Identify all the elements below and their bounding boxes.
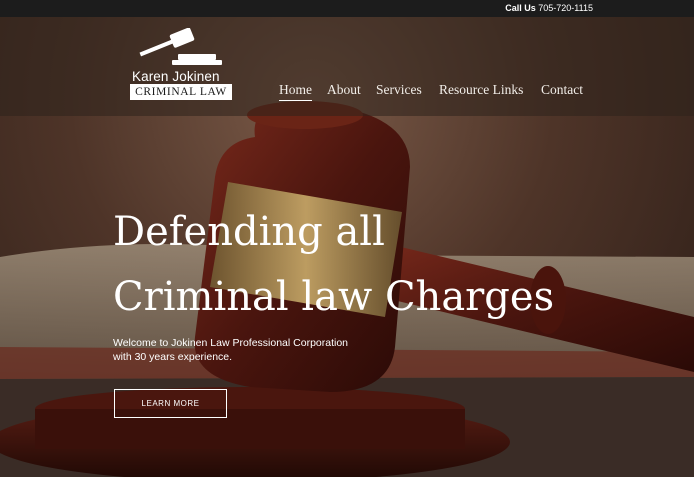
- phone-number[interactable]: 705-720-1115: [538, 3, 593, 13]
- headline-line-1: Defending all: [113, 209, 385, 255]
- learn-more-button[interactable]: LEARN MORE: [114, 389, 227, 418]
- intro-line-2: with 30 years experience.: [113, 351, 233, 363]
- call-us-label: Call Us: [505, 3, 536, 13]
- hero-intro: Welcome to Jokinen Law Professional Corp…: [113, 336, 373, 364]
- intro-line-1: Welcome to Jokinen Law Professional Corp…: [113, 337, 349, 349]
- nav-resource-links[interactable]: Resource Links: [439, 82, 523, 98]
- nav-home[interactable]: Home: [279, 82, 312, 101]
- nav-about[interactable]: About: [327, 82, 361, 98]
- nav-contact[interactable]: Contact: [541, 82, 583, 98]
- gavel-icon: [139, 28, 222, 65]
- headline-line-2: Criminal law Charges: [113, 274, 555, 320]
- site-logo[interactable]: Karen Jokinen CRIMINAL LAW: [130, 28, 232, 100]
- logo-name: Karen Jokinen: [132, 69, 220, 84]
- top-bar: Call Us 705-720-1115: [0, 0, 694, 17]
- header-band: [0, 17, 694, 116]
- logo-tagline: CRIMINAL LAW: [130, 84, 232, 100]
- call-us-text[interactable]: Call Us 705-720-1115: [505, 3, 593, 13]
- nav-services[interactable]: Services: [376, 82, 422, 98]
- hero-headline: Defending all Criminal law Charges: [113, 200, 554, 330]
